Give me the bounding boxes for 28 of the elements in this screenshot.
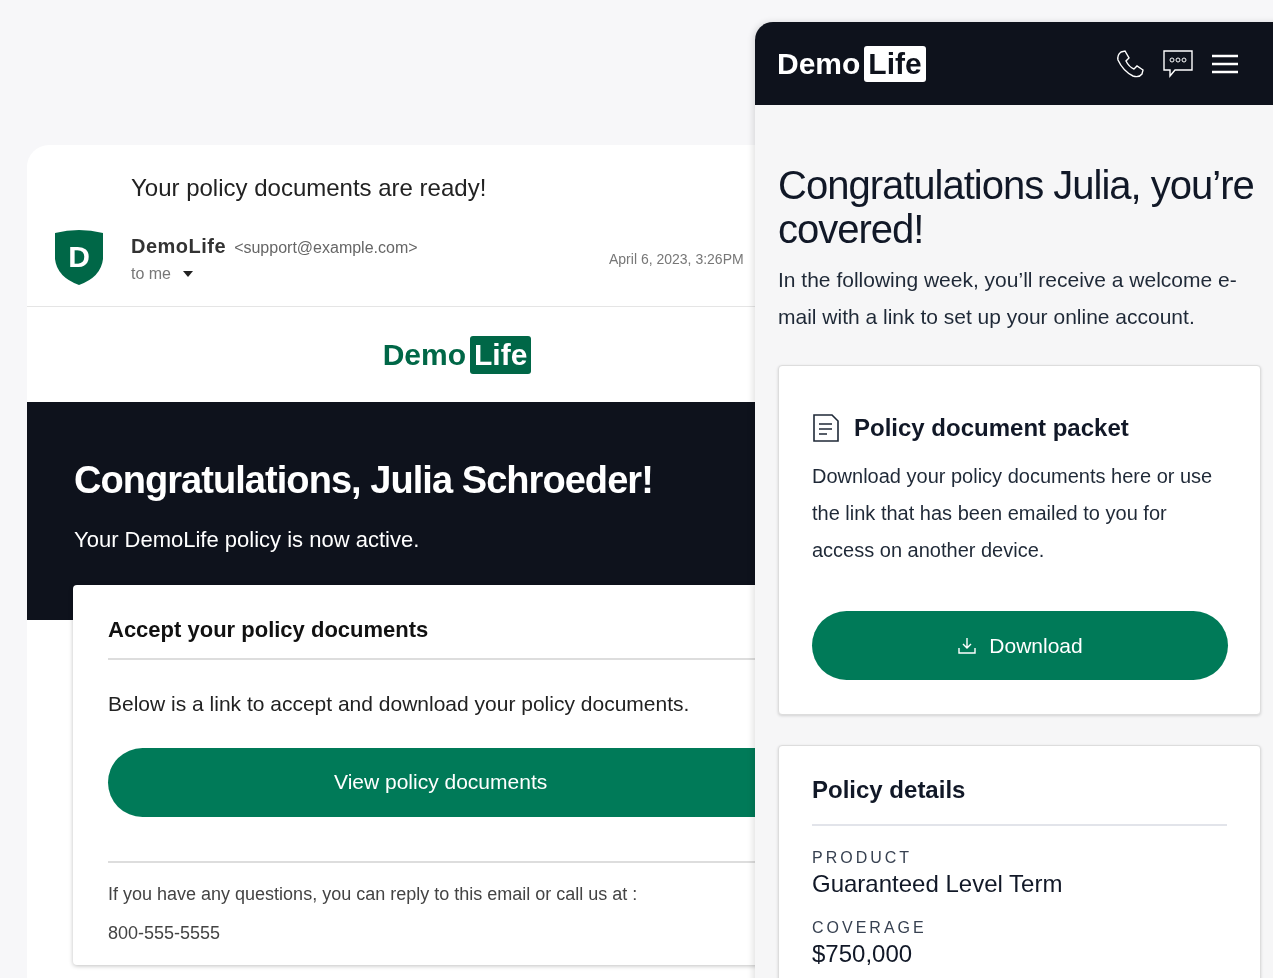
recipient-label: to me — [131, 264, 171, 284]
menu-icon[interactable] — [1211, 53, 1239, 74]
sender-address: <support@example.com> — [234, 238, 418, 258]
email-date: April 6, 2023, 3:26PM — [609, 250, 744, 269]
field-label: COVERAGE — [812, 918, 928, 938]
packet-text: Download your policy documents here or use the link that has been emailed to you for access on another device. — [812, 464, 1214, 563]
card-text: Below is a link to accept and download your policy documents. — [108, 691, 691, 717]
chat-icon[interactable] — [1163, 49, 1193, 78]
packet-title: Policy document packet — [854, 413, 1129, 443]
phone-number: 800-555-5555 — [108, 921, 222, 945]
details-title: Policy details — [812, 772, 1227, 826]
document-icon — [812, 413, 840, 443]
download-icon — [957, 636, 978, 655]
footer-text: If you have any questions, you can reply to this email or call us at : — [108, 882, 639, 906]
phone-icon[interactable] — [1115, 48, 1145, 79]
intro-text: In the following week, you’ll receive a welcome e-mail with a link to set up your online account. — [778, 267, 1238, 330]
field-label: PRODUCT — [812, 848, 914, 868]
dropdown-caret-icon[interactable] — [183, 271, 193, 277]
demolife-logo: Demo Life — [382, 332, 532, 377]
view-documents-button[interactable]: View policy documents — [108, 747, 756, 817]
field-value: Guaranteed Level Term — [812, 870, 1064, 898]
field-value: $750,000 — [812, 940, 914, 968]
demolife-logo: Demo Life — [777, 41, 926, 86]
app-headline: Congratulations Julia, you’re covered! — [778, 163, 1255, 251]
shield-logo-icon: D — [53, 229, 105, 285]
sender-name: DemoLife — [131, 234, 227, 259]
email-subject: Your policy documents are ready! — [131, 173, 487, 203]
download-button[interactable]: Download — [812, 611, 1228, 680]
